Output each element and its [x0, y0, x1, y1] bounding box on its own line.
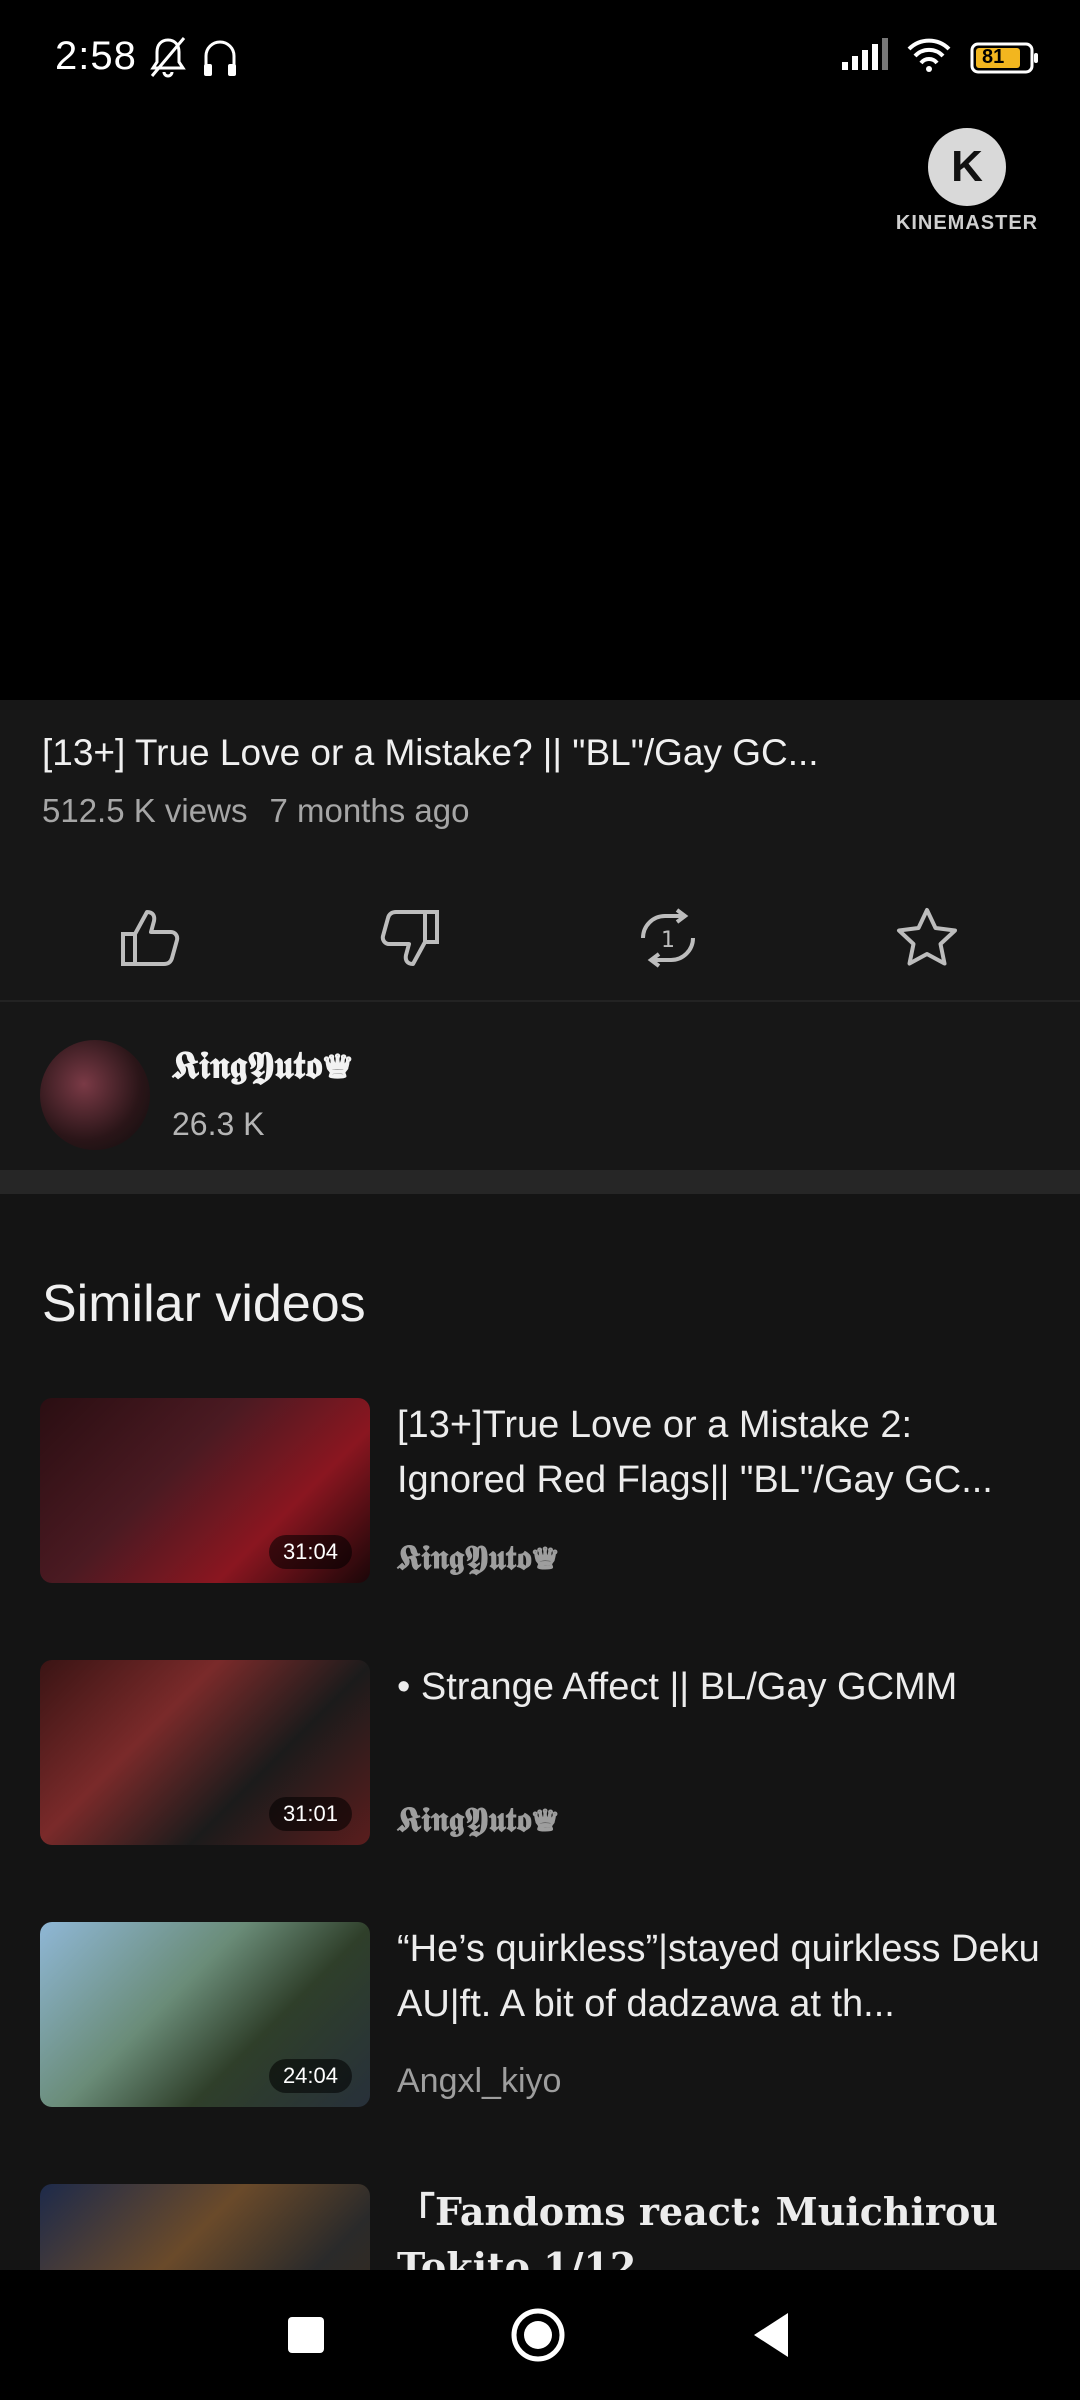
status-bar: 2:58 81	[0, 0, 1080, 120]
status-time: 2:58	[55, 34, 137, 78]
channel-name[interactable]: 𝕶𝖎𝖓𝖌𝖄𝖚𝖙𝖔♛	[397, 1538, 559, 1578]
video-title[interactable]: [13+]True Love or a Mistake 2: Ignored R…	[397, 1398, 1047, 1508]
section-divider	[0, 1170, 1080, 1194]
repeat-one-icon: 1	[633, 906, 703, 975]
watermark-text: KINEMASTER	[895, 212, 1039, 234]
like-button[interactable]	[110, 900, 190, 980]
recents-button[interactable]	[276, 2305, 336, 2365]
navigation-bar	[0, 2270, 1080, 2400]
similar-videos: Similar videos 31:04 [13+]True Love or a…	[0, 1194, 1080, 2270]
subscriber-count: 26.3 K	[172, 1106, 265, 1142]
section-heading: Similar videos	[42, 1275, 366, 1333]
action-bar: 1	[0, 870, 1080, 1000]
headphones-icon	[200, 36, 240, 85]
video-thumbnail[interactable]: 31:01	[40, 1660, 370, 1845]
repeat-button[interactable]: 1	[628, 900, 708, 980]
watermark: K KINEMASTER	[892, 128, 1042, 235]
svg-text:1: 1	[661, 928, 675, 953]
video-thumbnail[interactable]: 24:04	[40, 1922, 370, 2107]
video-title[interactable]: “He’s quirkless”|stayed quirkless Deku A…	[397, 1922, 1047, 2032]
video-title[interactable]: • Strange Affect || BL/Gay GCMM	[397, 1660, 1047, 1715]
thumbs-down-icon	[377, 906, 443, 975]
list-item[interactable]: 31:01 • Strange Affect || BL/Gay GCMM 𝕶𝖎…	[0, 1660, 1080, 1850]
video-player[interactable]: K KINEMASTER	[0, 120, 1080, 700]
list-item[interactable]: 31:04 [13+]True Love or a Mistake 2: Ign…	[0, 1398, 1080, 1588]
avatar[interactable]	[40, 1040, 150, 1150]
channel-row[interactable]: 𝕶𝖎𝖓𝖌𝖄𝖚𝖙𝖔♛ 26.3 K	[0, 1002, 1080, 1170]
back-button[interactable]	[742, 2305, 802, 2365]
home-button[interactable]	[508, 2305, 568, 2365]
video-title[interactable]: 「Fandoms react: Muichirou Tokito 1/12	[397, 2184, 1047, 2270]
list-item[interactable]: 「Fandoms react: Muichirou Tokito 1/12	[0, 2184, 1080, 2270]
channel-name[interactable]: 𝕶𝖎𝖓𝖌𝖄𝖚𝖙𝖔♛	[397, 1800, 559, 1840]
kinemaster-logo-icon: K	[928, 128, 1006, 206]
battery-level: 81	[982, 45, 1005, 68]
square-icon	[276, 2317, 336, 2369]
duration-badge: 24:04	[268, 2059, 352, 2093]
video-thumbnail[interactable]: 31:04	[40, 1398, 370, 1583]
duration-badge: 31:04	[268, 1535, 352, 1569]
wifi-icon	[906, 38, 952, 77]
video-title: [13+] True Love or a Mistake? || "BL"/Ga…	[42, 732, 819, 773]
video-info: [13+] True Love or a Mistake? || "BL"/Ga…	[0, 700, 1080, 1000]
video-meta: 512.5 K views 7 months ago	[42, 792, 469, 830]
back-triangle-icon	[742, 2313, 802, 2369]
view-count: 512.5 K views	[42, 792, 248, 829]
channel-name[interactable]: Angxl_kiyo	[397, 2062, 561, 2101]
favorite-button[interactable]	[887, 900, 967, 980]
duration-badge: 31:01	[268, 1797, 352, 1831]
signal-icon	[840, 38, 888, 77]
upload-age: 7 months ago	[269, 792, 470, 829]
video-thumbnail[interactable]	[40, 2184, 370, 2270]
thumbs-up-icon	[117, 906, 183, 975]
dislike-button[interactable]	[370, 900, 450, 980]
bell-off-icon	[148, 36, 188, 85]
list-item[interactable]: 24:04 “He’s quirkless”|stayed quirkless …	[0, 1922, 1080, 2112]
circle-icon	[508, 2308, 568, 2369]
battery-icon: 81	[970, 42, 1040, 74]
star-icon	[894, 906, 960, 975]
channel-name[interactable]: 𝕶𝖎𝖓𝖌𝖄𝖚𝖙𝖔♛	[172, 1042, 353, 1088]
